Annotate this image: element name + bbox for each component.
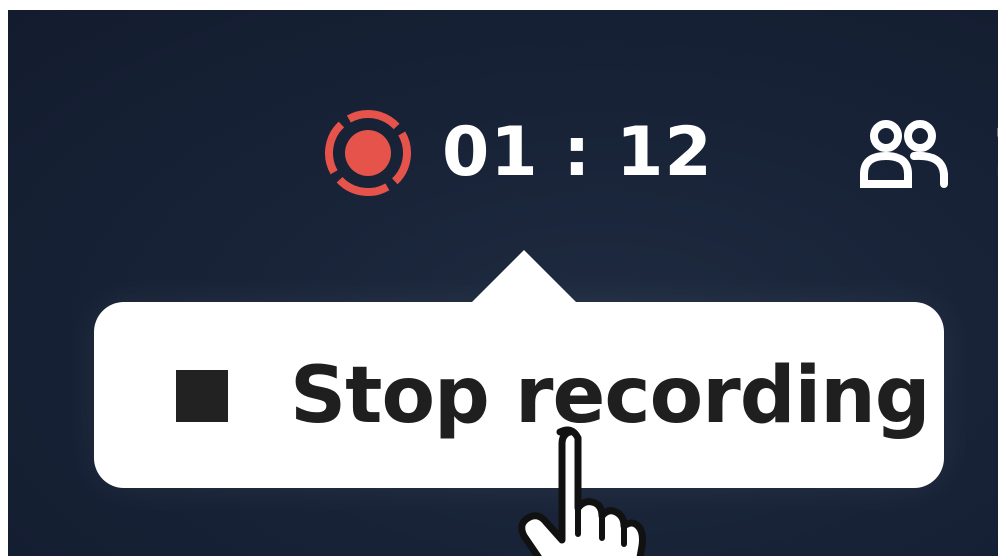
meeting-control-bar: 01 : 12 1 Stop recording [8, 10, 998, 556]
stop-recording-button[interactable]: Stop recording [94, 302, 944, 488]
meeting-window: 01 : 12 1 Stop recording [0, 0, 998, 556]
recording-dot-icon[interactable] [320, 105, 416, 201]
participants-button[interactable] [856, 118, 968, 190]
clipped-toolbar-text: 1 [990, 110, 998, 196]
stop-square-icon [176, 370, 228, 422]
tooltip-pointer [468, 250, 580, 306]
recording-timer: 01 : 12 [442, 113, 713, 192]
stop-recording-label: Stop recording [290, 351, 931, 441]
participants-icon [860, 120, 948, 188]
